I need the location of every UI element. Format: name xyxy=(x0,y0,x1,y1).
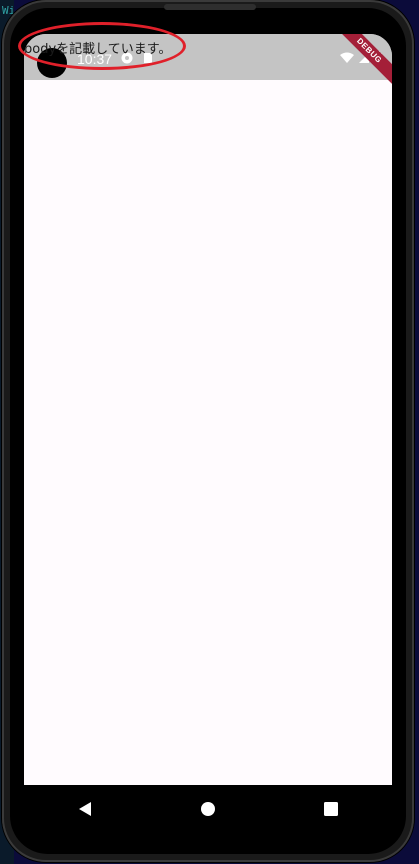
nav-recents-button[interactable] xyxy=(311,789,351,829)
home-icon xyxy=(200,802,215,816)
nav-home-button[interactable] xyxy=(188,789,228,829)
back-icon xyxy=(79,802,92,816)
status-bar: 10:37 DEBUG bodyを記載しています。 xyxy=(24,34,392,88)
nav-back-button[interactable] xyxy=(65,789,105,829)
body-text: bodyを記載しています。 xyxy=(24,42,172,57)
recents-icon xyxy=(323,802,338,816)
app-screen: 10:37 DEBUG bodyを記載しています。 xyxy=(24,34,392,785)
navigation-bar xyxy=(24,785,392,833)
wifi-icon xyxy=(340,52,354,63)
speaker-grille xyxy=(164,4,256,10)
